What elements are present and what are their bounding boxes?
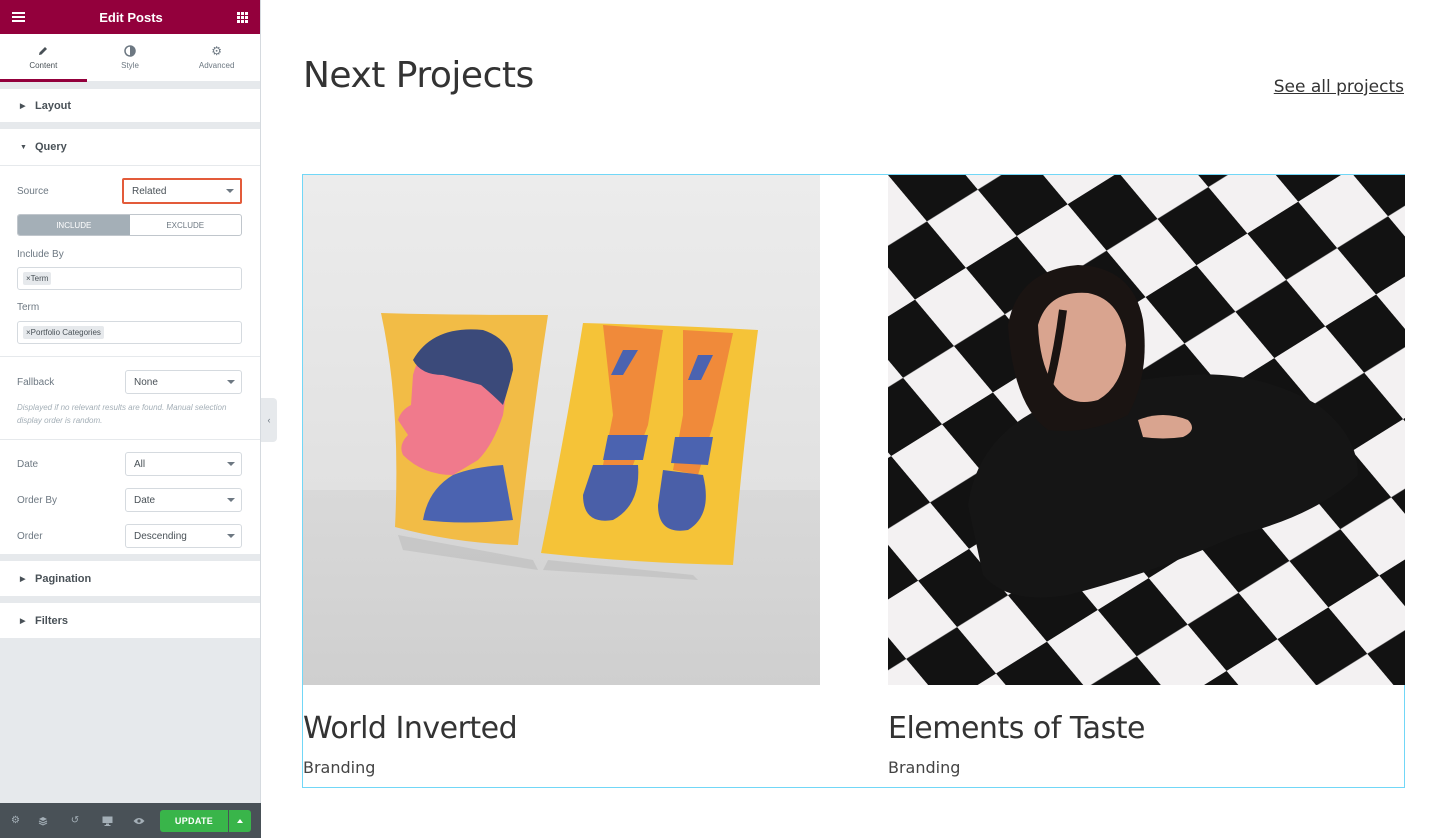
widgets-grid-icon[interactable] [236, 11, 248, 23]
order-control: Order Descending [17, 524, 242, 548]
include-by-label: Include By [17, 249, 64, 260]
editor-footer: ⚙ ↺ UPDATE [0, 803, 261, 838]
section-query-title: Query [35, 141, 67, 153]
order-label: Order [17, 530, 43, 542]
section-pagination-title: Pagination [35, 572, 92, 585]
chevron-down-icon [227, 498, 235, 502]
post-card: Elements of Taste Branding [888, 175, 1405, 777]
posters-illustration [303, 313, 820, 685]
post-category: Branding [303, 758, 376, 777]
caret-right-icon: ▶ [20, 617, 26, 625]
date-select[interactable]: All [125, 452, 242, 476]
half-circle-icon [124, 45, 136, 57]
tab-style[interactable]: Style [87, 34, 174, 81]
history-icon[interactable]: ↺ [59, 803, 91, 838]
tab-advanced-label: Advanced [198, 61, 235, 70]
preview-eye-icon[interactable] [123, 803, 155, 838]
section-pagination-header[interactable]: ▶ Pagination [0, 561, 260, 596]
divider [0, 439, 260, 440]
fallback-select[interactable]: None [125, 370, 242, 394]
fallback-control: Fallback None [17, 370, 242, 394]
page-heading: Next Projects [303, 55, 534, 96]
order-select[interactable]: Descending [125, 524, 242, 548]
panel-tabs: Content Style ⚙ Advanced [0, 34, 260, 82]
post-title[interactable]: Elements of Taste [888, 711, 1405, 746]
post-card: World Inverted Branding [303, 175, 820, 777]
divider [0, 165, 260, 166]
pencil-icon [39, 47, 48, 55]
term-tag-text: Portfolio Categories [30, 328, 101, 337]
post-thumbnail[interactable] [888, 175, 1405, 685]
fallback-description: Displayed if no relevant results are fou… [17, 403, 227, 425]
caret-right-icon: ▶ [20, 575, 26, 583]
caret-up-icon [237, 818, 243, 823]
menu-icon[interactable] [12, 12, 25, 22]
section-pagination: ▶ Pagination [0, 561, 260, 596]
post-category: Branding [888, 758, 961, 777]
section-query: ▼ Query Source Related INCLUDE EXCLUDE I… [0, 129, 260, 554]
order-by-control: Order By Date [17, 488, 242, 512]
include-by-tag[interactable]: ×Term [23, 272, 52, 285]
source-select[interactable]: Related [122, 178, 242, 204]
term-input[interactable]: ×Portfolio Categories [17, 321, 242, 344]
collapse-panel-button[interactable]: ‹ [261, 398, 277, 442]
tab-style-label: Style [121, 61, 139, 70]
section-filters-header[interactable]: ▶ Filters [0, 603, 260, 638]
date-value: All [134, 458, 146, 470]
order-by-select[interactable]: Date [125, 488, 242, 512]
term-label: Term [17, 302, 40, 313]
fallback-label: Fallback [17, 376, 55, 388]
order-by-label: Order By [17, 494, 58, 506]
order-value: Descending [134, 530, 187, 542]
post-thumbnail[interactable] [303, 175, 820, 685]
fallback-value: None [134, 376, 158, 388]
divider [0, 356, 260, 357]
editor-panel: Edit Posts Content Style ⚙ Advanced ▶ La… [0, 0, 261, 838]
gear-icon: ⚙ [211, 44, 223, 58]
chevron-down-icon [227, 380, 235, 384]
section-filters-title: Filters [35, 614, 69, 627]
exclude-tab[interactable]: EXCLUDE [130, 215, 242, 235]
section-layout: ▶ Layout [0, 89, 260, 122]
post-title[interactable]: World Inverted [303, 711, 820, 746]
caret-right-icon: ▶ [20, 102, 26, 110]
source-value: Related [132, 185, 167, 197]
panel-title: Edit Posts [99, 9, 163, 25]
chevron-down-icon [227, 534, 235, 538]
source-control: Source Related [17, 178, 242, 204]
term-tag[interactable]: ×Portfolio Categories [23, 326, 104, 339]
section-layout-title: Layout [35, 99, 72, 112]
section-filters: ▶ Filters [0, 603, 260, 638]
editor-header: Edit Posts [0, 0, 260, 34]
responsive-desktop-icon[interactable] [91, 803, 123, 838]
update-button[interactable]: UPDATE [160, 809, 228, 832]
section-layout-header[interactable]: ▶ Layout [0, 89, 260, 122]
tab-content[interactable]: Content [0, 34, 87, 82]
posts-widget[interactable]: World Inverted Branding Elements of Tast… [302, 174, 1405, 788]
include-tab[interactable]: INCLUDE [18, 215, 130, 235]
include-by-tag-text: Term [30, 274, 49, 283]
tab-advanced[interactable]: ⚙ Advanced [173, 34, 260, 81]
section-query-header[interactable]: ▼ Query [0, 129, 260, 165]
chevron-down-icon [227, 462, 235, 466]
include-by-input[interactable]: ×Term [17, 267, 242, 290]
order-by-value: Date [134, 494, 156, 506]
chevron-left-icon: ‹ [267, 415, 271, 425]
settings-gear-icon[interactable]: ⚙ [11, 803, 27, 838]
see-all-projects-link[interactable]: See all projects [1274, 77, 1404, 97]
include-exclude-switch: INCLUDE EXCLUDE [17, 214, 242, 236]
caret-down-icon: ▼ [20, 143, 27, 151]
chevron-down-icon [226, 189, 234, 193]
page-preview: Next Projects See all projects World Inv… [278, 0, 1440, 838]
date-control: Date All [17, 452, 242, 476]
date-label: Date [17, 458, 39, 470]
tab-content-label: Content [29, 61, 58, 70]
checkerboard-portrait-photo [888, 175, 1405, 685]
update-options-button[interactable] [229, 809, 251, 832]
navigator-layers-icon[interactable] [27, 803, 59, 838]
source-label: Source [17, 185, 49, 197]
